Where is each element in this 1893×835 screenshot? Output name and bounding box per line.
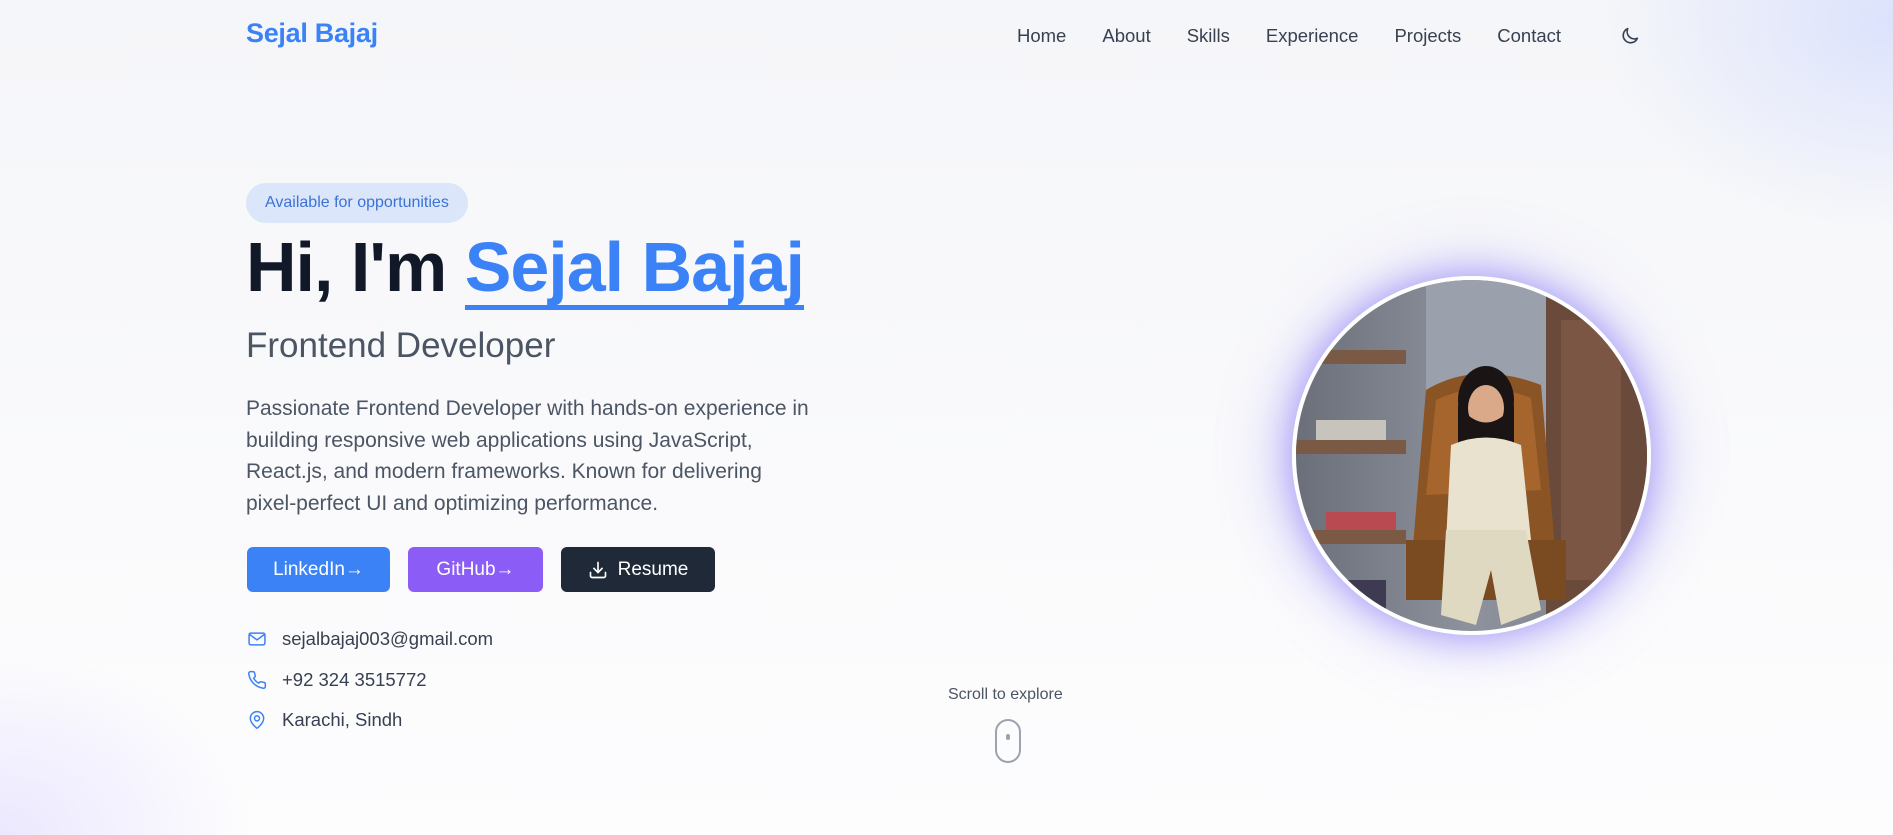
mouse-scroll-dot bbox=[1006, 734, 1010, 740]
resume-button-label: Resume bbox=[617, 558, 689, 580]
nav-link-experience[interactable]: Experience bbox=[1266, 23, 1359, 49]
contact-phone-text[interactable]: +92 324 3515772 bbox=[282, 669, 427, 691]
contact-phone: +92 324 3515772 bbox=[246, 660, 493, 701]
brand-logo[interactable]: Sejal Bajaj bbox=[246, 18, 378, 49]
download-icon bbox=[589, 561, 606, 578]
moon-icon bbox=[1622, 27, 1639, 44]
hero-role: Frontend Developer bbox=[246, 326, 556, 365]
github-button-label: GitHub→ bbox=[436, 558, 515, 580]
nav-link-projects[interactable]: Projects bbox=[1394, 23, 1461, 49]
mouse-scroll-icon[interactable] bbox=[995, 719, 1021, 763]
contact-email-text[interactable]: sejalbajaj003@gmail.com bbox=[282, 628, 493, 650]
linkedin-button[interactable]: LinkedIn→ bbox=[247, 547, 390, 592]
map-pin-icon bbox=[246, 709, 268, 731]
main-nav: Home About Skills Experience Projects Co… bbox=[1017, 23, 1561, 49]
hero-buttons: LinkedIn→ GitHub→ Resume bbox=[247, 547, 715, 592]
nav-link-about[interactable]: About bbox=[1102, 23, 1150, 49]
nav-link-contact[interactable]: Contact bbox=[1497, 23, 1561, 49]
contact-email: sejalbajaj003@gmail.com bbox=[246, 619, 493, 660]
theme-toggle-button[interactable] bbox=[1616, 22, 1644, 50]
profile-photo-illustration bbox=[1296, 280, 1647, 631]
scroll-hint-text: Scroll to explore bbox=[948, 686, 1063, 703]
contact-location: Karachi, Sindh bbox=[246, 700, 493, 741]
hero-greeting: Hi, I'm bbox=[246, 228, 447, 306]
hero-name: Sejal Bajaj bbox=[464, 229, 805, 310]
contact-list: sejalbajaj003@gmail.com +92 324 3515772 … bbox=[246, 619, 493, 741]
availability-badge: Available for opportunities bbox=[246, 183, 468, 223]
phone-icon bbox=[246, 669, 268, 691]
github-button[interactable]: GitHub→ bbox=[408, 547, 543, 592]
mail-icon bbox=[246, 628, 268, 650]
hero-headline: Hi, I'm Sejal Bajaj bbox=[246, 226, 805, 310]
resume-button[interactable]: Resume bbox=[561, 547, 715, 592]
nav-link-skills[interactable]: Skills bbox=[1187, 23, 1230, 49]
contact-location-text: Karachi, Sindh bbox=[282, 709, 403, 731]
nav-link-home[interactable]: Home bbox=[1017, 23, 1066, 49]
profile-photo bbox=[1292, 276, 1651, 635]
linkedin-button-label: LinkedIn→ bbox=[273, 558, 364, 580]
hero-bio: Passionate Frontend Developer with hands… bbox=[246, 397, 809, 515]
